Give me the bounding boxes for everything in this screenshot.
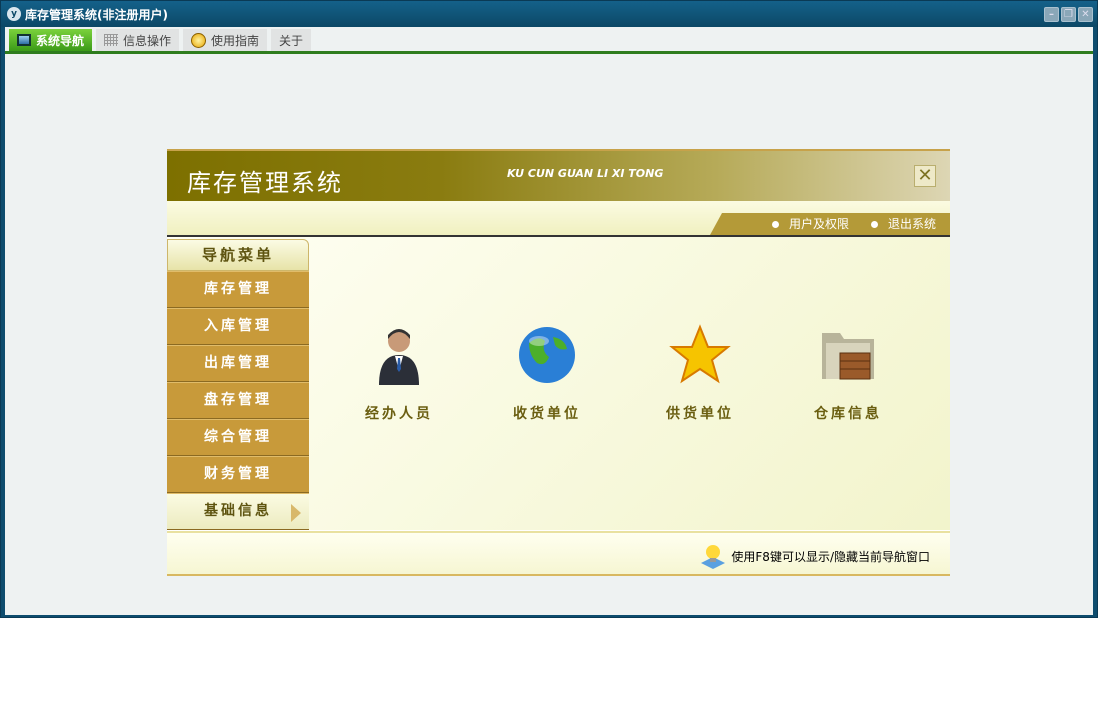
person-icon [379,329,419,385]
grid-icon [104,34,119,46]
tab-bar: 系统导航 信息操作 使用指南 关于 [5,29,1093,54]
tile-receiving-unit[interactable]: 收货单位 [492,323,602,423]
main-area: 导航菜单 库存管理 入库管理 出库管理 盘存管理 综合管理 财务管理 基础信息 … [167,237,950,530]
help-icon [191,32,207,48]
nav-item-stock-out[interactable]: 出库管理 [167,345,309,382]
tab-label: 系统导航 [36,33,85,48]
nav-item-general[interactable]: 综合管理 [167,419,309,456]
lightbulb-icon [701,545,726,569]
monitor-icon [17,34,31,46]
tile-label: 仓库信息 [814,406,882,422]
link-label: 用户及权限 [788,217,849,231]
tile-label: 收货单位 [513,406,581,422]
tile-supplier[interactable]: 供货单位 [645,323,755,423]
panel-close-button[interactable]: ✕ [914,165,936,187]
tile-label: 供货单位 [666,406,734,422]
nav-item-label: 基础信息 [204,503,272,519]
globe-icon [519,327,575,383]
f8-tip-text: 使用F8键可以显示/隐藏当前导航窗口 [731,549,930,564]
tab-about[interactable]: 关于 [271,29,312,51]
app-logo-icon: y [7,7,21,21]
app-window: y 库存管理系统(非注册用户) – ❐ ✕ 系统导航 信息操作 使用指南 关于 … [0,0,1098,618]
exit-system-link[interactable]: 退出系统 [870,215,936,232]
link-label: 退出系统 [887,217,936,231]
client-area: 系统导航 信息操作 使用指南 关于 库存管理系统 KU CUN GUAN LI … [5,27,1093,615]
nav-item-finance[interactable]: 财务管理 [167,456,309,493]
close-button[interactable]: ✕ [1078,7,1093,22]
nav-item-stocktake[interactable]: 盘存管理 [167,382,309,419]
bullet-icon [870,221,878,228]
star-icon [669,324,731,384]
tab-system-navigation[interactable]: 系统导航 [9,29,93,51]
tile-warehouse-info[interactable]: 仓库信息 [793,323,903,423]
warehouse-folder-icon [822,333,874,380]
tab-user-guide[interactable]: 使用指南 [183,29,268,51]
nav-menu: 导航菜单 库存管理 入库管理 出库管理 盘存管理 综合管理 财务管理 基础信息 [167,239,309,530]
tile-handler-staff[interactable]: 经办人员 [344,323,454,423]
nav-menu-header: 导航菜单 [167,239,309,271]
panel-subtitle: KU CUN GUAN LI XI TONG [507,167,664,180]
footer-bar: 使用F8键可以显示/隐藏当前导航窗口 [167,531,950,576]
title-bar[interactable]: y 库存管理系统(非注册用户) – ❐ ✕ [1,1,1097,27]
navigation-panel: 库存管理系统 KU CUN GUAN LI XI TONG ✕ 用户及权限 退出… [167,149,950,576]
bullet-icon [771,221,779,228]
panel-header: 库存管理系统 KU CUN GUAN LI XI TONG ✕ [167,149,950,201]
tile-label: 经办人员 [365,406,433,422]
users-permissions-link[interactable]: 用户及权限 [771,215,849,232]
tab-label: 使用指南 [211,33,260,48]
nav-item-basic-info[interactable]: 基础信息 [167,493,309,530]
panel-title: 库存管理系统 [187,169,343,197]
window-title: 库存管理系统(非注册用户) [25,7,168,22]
tab-info-operation[interactable]: 信息操作 [96,29,180,51]
tab-label: 信息操作 [123,33,172,48]
nav-item-inventory[interactable]: 库存管理 [167,271,309,308]
minimize-button[interactable]: – [1044,7,1059,22]
arrow-right-icon [291,504,301,522]
restore-button[interactable]: ❐ [1061,7,1076,22]
link-strip: 用户及权限 退出系统 [167,201,950,237]
nav-item-stock-in[interactable]: 入库管理 [167,308,309,345]
tab-label: 关于 [279,33,304,48]
